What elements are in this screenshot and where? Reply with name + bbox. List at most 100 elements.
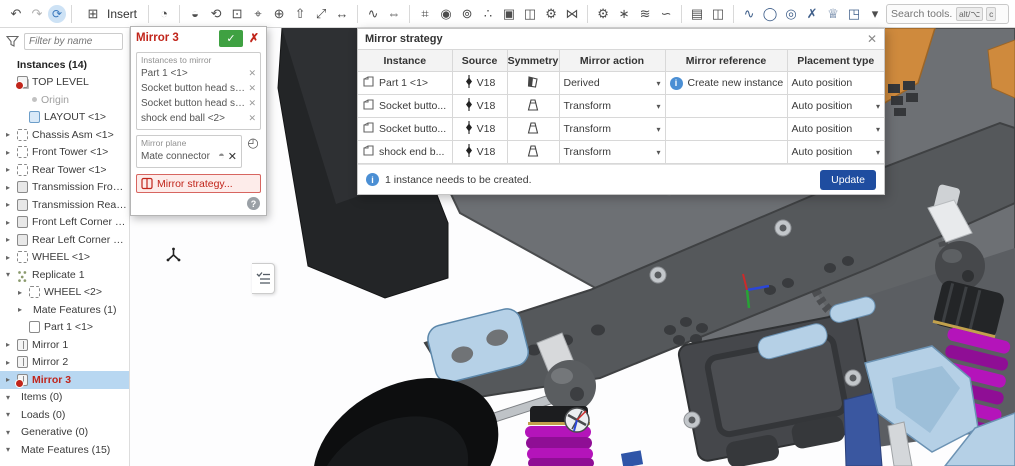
search-tools-input[interactable]: [891, 8, 953, 20]
history-clock-icon[interactable]: ◔: [154, 4, 174, 24]
undo-icon[interactable]: ↶: [6, 4, 26, 24]
comb-icon[interactable]: ≋: [635, 4, 655, 24]
instance-list-item[interactable]: Socket button head screw M3...✕: [141, 96, 256, 111]
mirror-action-select[interactable]: Transform▾: [564, 123, 661, 135]
clear-plane-icon[interactable]: ✕: [228, 150, 237, 163]
more-icon[interactable]: ▾: [865, 4, 885, 24]
insert-button[interactable]: ⊞Insert: [77, 3, 143, 25]
chevron-right-icon[interactable]: ▸: [6, 165, 17, 174]
move-icon[interactable]: ⊕: [269, 4, 289, 24]
chevron-down-icon[interactable]: ▾: [6, 445, 17, 454]
sync-icon[interactable]: ⟳: [48, 5, 66, 23]
revolve-icon[interactable]: ⟲: [206, 4, 226, 24]
placement-type-select[interactable]: Auto position▾: [792, 146, 881, 158]
lift-icon[interactable]: ⇧: [290, 4, 310, 24]
tree-item-front-left-corner-1[interactable]: ▸Front Left Corner <1>: [0, 214, 129, 232]
chevron-down-icon[interactable]: ▾: [6, 270, 17, 279]
tree-item-wheel-1[interactable]: ▸WHEEL <1>: [0, 249, 129, 267]
help-button[interactable]: ?: [247, 197, 260, 210]
spline-icon[interactable]: ∿: [363, 4, 383, 24]
tree-item-mirror-3[interactable]: ▸Mirror 3: [0, 371, 129, 389]
translate-icon[interactable]: ⌖: [248, 4, 268, 24]
bom-table-icon[interactable]: ◫: [520, 4, 540, 24]
tree-item-generative-0[interactable]: ▾Generative (0): [0, 424, 129, 442]
remove-instance-icon[interactable]: ✕: [245, 98, 256, 109]
chevron-right-icon[interactable]: ▸: [6, 200, 17, 209]
accept-button[interactable]: ✓: [219, 30, 243, 47]
named-views-icon[interactable]: ◫: [708, 4, 728, 24]
chevron-right-icon[interactable]: ▸: [6, 340, 17, 349]
instance-list-item[interactable]: Socket button head screw M3...✕: [141, 81, 256, 96]
chevron-right-icon[interactable]: ▸: [6, 183, 17, 192]
tree-item-wheel-2[interactable]: ▸WHEEL <2>: [0, 284, 129, 302]
mirror-strategy-button[interactable]: Mirror strategy...: [136, 174, 261, 193]
magnet-icon[interactable]: ∽: [656, 4, 676, 24]
cancel-button[interactable]: ✗: [247, 31, 261, 45]
placement-type-select[interactable]: Auto position▾: [792, 100, 881, 112]
tree-item-chassis-asm-1[interactable]: ▸Chassis Asm <1>: [0, 126, 129, 144]
update-button[interactable]: Update: [820, 170, 876, 190]
filter-input[interactable]: [29, 36, 118, 47]
remove-instance-icon[interactable]: ✕: [245, 68, 256, 79]
mate-icon[interactable]: ◒: [185, 4, 205, 24]
placement-type-select[interactable]: Auto position▾: [792, 123, 881, 135]
instance-list-item[interactable]: Part 1 <1>✕: [141, 66, 256, 81]
tree-item-loads-0[interactable]: ▾Loads (0): [0, 406, 129, 424]
box-select-icon[interactable]: ⌗: [415, 4, 435, 24]
tree-item-mate-features-1[interactable]: ▸Mate Features (1): [0, 301, 129, 319]
tree-item-mirror-2[interactable]: ▸Mirror 2: [0, 354, 129, 372]
machine-icon[interactable]: ∗: [614, 4, 634, 24]
tree-item-transmission-front-1[interactable]: ▸Transmission Front <1>: [0, 179, 129, 197]
gear-mate-icon[interactable]: ⚙: [541, 4, 561, 24]
chevron-right-icon[interactable]: ▸: [6, 235, 17, 244]
tree-item-instances-14[interactable]: Instances (14): [0, 56, 129, 74]
remove-instance-icon[interactable]: ✕: [245, 113, 256, 124]
sheet-metal-icon[interactable]: ▤: [687, 4, 707, 24]
remove-instance-icon[interactable]: ✕: [245, 83, 256, 94]
chevron-down-icon[interactable]: ▾: [6, 410, 17, 419]
chevron-right-icon[interactable]: ▸: [6, 253, 17, 262]
mirror-action-select[interactable]: Derived▾: [564, 77, 661, 89]
mirror-plane-box[interactable]: Mirror plane Mate connector ◓ ✕: [136, 135, 242, 168]
ring-icon[interactable]: ◎: [781, 4, 801, 24]
mirror-tool-icon[interactable]: ⋈: [562, 4, 582, 24]
filter-field[interactable]: [24, 33, 123, 50]
torus-icon[interactable]: ◯: [760, 4, 780, 24]
search-tools-box[interactable]: alt/⌥c: [886, 4, 1009, 24]
chevron-right-icon[interactable]: ▸: [6, 130, 17, 139]
mate-connector-marker[interactable]: [565, 408, 589, 432]
chevron-right-icon[interactable]: ▸: [18, 288, 29, 297]
pattern-points-icon[interactable]: ∴: [478, 4, 498, 24]
chevron-right-icon[interactable]: ▸: [6, 358, 17, 367]
replicate-icon[interactable]: ⊚: [457, 4, 477, 24]
isolate-icon[interactable]: ✗: [802, 4, 822, 24]
mate-connector-list-toggle[interactable]: [252, 263, 275, 294]
view-cube-icon[interactable]: ◳: [844, 4, 864, 24]
insert-part-icon[interactable]: ⊡: [227, 4, 247, 24]
measure-icon[interactable]: ↔: [332, 4, 352, 24]
redo-icon[interactable]: ↷: [27, 4, 47, 24]
chevron-down-icon[interactable]: ▾: [6, 393, 17, 402]
tree-item-layout-1[interactable]: LAYOUT <1>: [0, 109, 129, 127]
tree-item-mate-features-15[interactable]: ▾Mate Features (15): [0, 441, 129, 459]
tree-item-rear-tower-1[interactable]: ▸Rear Tower <1>: [0, 161, 129, 179]
tree-item-front-tower-1[interactable]: ▸Front Tower <1>: [0, 144, 129, 162]
chevron-right-icon[interactable]: ▸: [18, 305, 29, 314]
mirror-action-select[interactable]: Transform▾: [564, 100, 661, 112]
linear-pattern-icon[interactable]: ⇔: [384, 4, 404, 24]
tree-item-mirror-1[interactable]: ▸Mirror 1: [0, 336, 129, 354]
crown-icon[interactable]: ♕: [823, 4, 843, 24]
curve-icon[interactable]: ∿: [739, 4, 759, 24]
tree-item-items-0[interactable]: ▾Items (0): [0, 389, 129, 407]
chevron-right-icon[interactable]: ▸: [6, 148, 17, 157]
mirror-action-select[interactable]: Transform▾: [564, 146, 661, 158]
star-pattern-icon[interactable]: ◉: [436, 4, 456, 24]
explode-icon[interactable]: ⤢: [311, 4, 331, 24]
chevron-down-icon[interactable]: ▾: [6, 428, 17, 437]
copies-icon[interactable]: ▣: [499, 4, 519, 24]
selection-history-button[interactable]: ◴: [245, 135, 261, 151]
tree-item-top-level[interactable]: TOP LEVEL: [0, 74, 129, 92]
instance-list-item[interactable]: shock end ball <2>✕: [141, 111, 256, 126]
tree-item-part-1-1[interactable]: Part 1 <1>: [0, 319, 129, 337]
tree-item-replicate-1[interactable]: ▾Replicate 1: [0, 266, 129, 284]
